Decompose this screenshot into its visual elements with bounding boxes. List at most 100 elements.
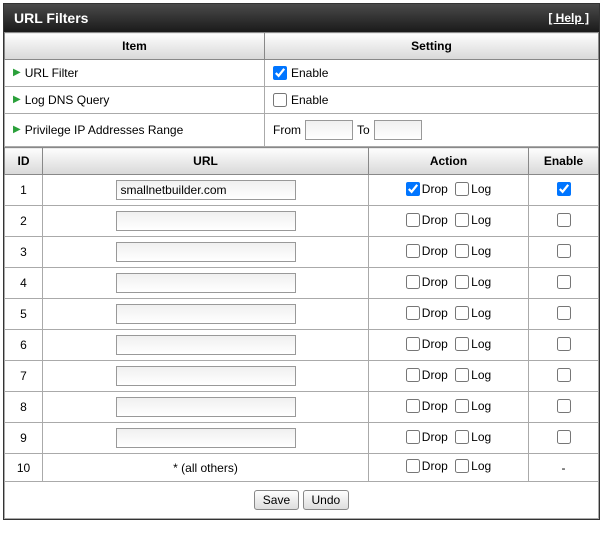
drop-label: Drop	[422, 182, 448, 196]
undo-button[interactable]: Undo	[303, 490, 350, 510]
url-filter-enable-label: Enable	[291, 66, 328, 80]
footer: Save Undo	[5, 482, 599, 519]
drop-checkbox[interactable]	[406, 306, 420, 320]
row-priv-ip: ▶ Privilege IP Addresses Range	[13, 123, 256, 137]
log-checkbox[interactable]	[455, 459, 469, 473]
header-id: ID	[5, 148, 43, 175]
log-checkbox[interactable]	[455, 182, 469, 196]
enable-checkbox[interactable]	[557, 275, 571, 289]
drop-checkbox[interactable]	[406, 459, 420, 473]
url-input[interactable]	[116, 366, 296, 386]
id-cell: 10	[5, 454, 43, 482]
drop-checkbox[interactable]	[406, 182, 420, 196]
id-cell: 6	[5, 330, 43, 361]
label-priv-ip: Privilege IP Addresses Range	[25, 123, 184, 137]
log-label: Log	[471, 368, 491, 382]
enable-checkbox[interactable]	[557, 182, 571, 196]
enable-checkbox[interactable]	[557, 399, 571, 413]
drop-checkbox[interactable]	[406, 430, 420, 444]
enable-checkbox[interactable]	[557, 244, 571, 258]
enable-checkbox[interactable]	[557, 337, 571, 351]
enable-checkbox[interactable]	[557, 306, 571, 320]
enable-cell-dash: -	[529, 454, 599, 482]
log-label: Log	[471, 275, 491, 289]
drop-label: Drop	[422, 244, 448, 258]
drop-label: Drop	[422, 368, 448, 382]
url-input[interactable]	[116, 335, 296, 355]
url-input[interactable]	[116, 211, 296, 231]
url-input[interactable]	[116, 242, 296, 262]
enable-checkbox[interactable]	[557, 213, 571, 227]
title-bar: URL Filters [ Help ]	[4, 4, 599, 32]
log-label: Log	[471, 399, 491, 413]
log-checkbox[interactable]	[455, 213, 469, 227]
id-cell: 3	[5, 237, 43, 268]
table-row: 9Drop Log	[5, 423, 599, 454]
url-input[interactable]	[116, 180, 296, 200]
id-cell: 7	[5, 361, 43, 392]
url-input[interactable]	[116, 428, 296, 448]
header-url: URL	[43, 148, 369, 175]
save-button[interactable]: Save	[254, 490, 299, 510]
to-label: To	[357, 123, 370, 137]
url-filter-enable-checkbox[interactable]	[273, 66, 287, 80]
drop-checkbox[interactable]	[406, 213, 420, 227]
log-dns-enable-label: Enable	[291, 93, 328, 107]
log-label: Log	[471, 337, 491, 351]
drop-checkbox[interactable]	[406, 337, 420, 351]
table-row: 5 Drop Log	[5, 299, 599, 330]
url-input[interactable]	[116, 273, 296, 293]
url-input[interactable]	[116, 397, 296, 417]
url-input[interactable]	[116, 304, 296, 324]
table-row: 2Drop Log	[5, 206, 599, 237]
header-action: Action	[369, 148, 529, 175]
from-label: From	[273, 123, 301, 137]
log-label: Log	[471, 182, 491, 196]
priv-ip-from-input[interactable]	[305, 120, 353, 140]
page-title: URL Filters	[14, 10, 88, 26]
priv-ip-to-input[interactable]	[374, 120, 422, 140]
log-checkbox[interactable]	[455, 306, 469, 320]
header-item: Item	[5, 33, 265, 60]
drop-label: Drop	[422, 337, 448, 351]
id-cell: 4	[5, 268, 43, 299]
id-cell: 9	[5, 423, 43, 454]
drop-checkbox[interactable]	[406, 368, 420, 382]
enable-checkbox[interactable]	[557, 430, 571, 444]
id-cell: 5	[5, 299, 43, 330]
label-url-filter: URL Filter	[25, 66, 79, 80]
url-filters-panel: URL Filters [ Help ] Item Setting ▶ URL …	[3, 3, 600, 520]
settings-table: Item Setting ▶ URL Filter Enable ▶	[4, 32, 599, 147]
table-row: 8Drop Log	[5, 392, 599, 423]
log-checkbox[interactable]	[455, 430, 469, 444]
log-label: Log	[471, 244, 491, 258]
row-log-dns: ▶ Log DNS Query	[13, 93, 256, 107]
id-cell: 2	[5, 206, 43, 237]
log-checkbox[interactable]	[455, 244, 469, 258]
drop-checkbox[interactable]	[406, 399, 420, 413]
log-dns-enable-checkbox[interactable]	[273, 93, 287, 107]
row-url-filter: ▶ URL Filter	[13, 66, 256, 80]
filter-grid: ID URL Action Enable 1Drop Log2Drop Log3…	[4, 147, 599, 519]
arrow-icon: ▶	[13, 125, 21, 135]
drop-label: Drop	[422, 213, 448, 227]
log-label: Log	[471, 306, 491, 320]
log-label: Log	[471, 459, 491, 473]
help-link[interactable]: [ Help ]	[548, 11, 589, 25]
drop-label: Drop	[422, 430, 448, 444]
arrow-icon: ▶	[13, 68, 21, 78]
table-row: 6 Drop Log	[5, 330, 599, 361]
id-cell: 1	[5, 175, 43, 206]
log-checkbox[interactable]	[455, 399, 469, 413]
drop-label: Drop	[422, 306, 448, 320]
log-checkbox[interactable]	[455, 368, 469, 382]
enable-checkbox[interactable]	[557, 368, 571, 382]
table-row-last: 10 * (all others) Drop Log -	[5, 454, 599, 482]
table-row: 3 Drop Log	[5, 237, 599, 268]
drop-checkbox[interactable]	[406, 275, 420, 289]
arrow-icon: ▶	[13, 95, 21, 105]
drop-checkbox[interactable]	[406, 244, 420, 258]
log-checkbox[interactable]	[455, 337, 469, 351]
drop-label: Drop	[422, 399, 448, 413]
log-checkbox[interactable]	[455, 275, 469, 289]
